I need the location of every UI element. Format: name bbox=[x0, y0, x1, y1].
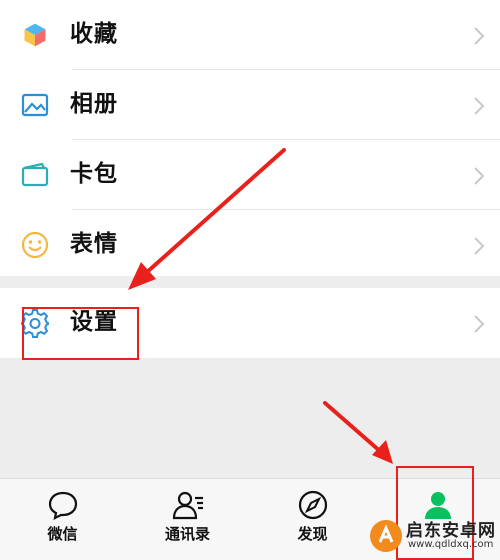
tab-discover[interactable]: 发现 bbox=[250, 479, 375, 560]
menu-item-label: 相册 bbox=[70, 91, 118, 117]
compass-icon bbox=[298, 490, 328, 520]
contacts-icon bbox=[172, 491, 203, 520]
chevron-right-icon bbox=[474, 237, 485, 255]
annotation-arrow-to-me-tab bbox=[323, 401, 393, 464]
watermark-logo-icon bbox=[370, 520, 402, 552]
emoji-smile-icon bbox=[21, 231, 49, 259]
watermark: 启东安卓网 www.qdldxq.com bbox=[362, 514, 500, 558]
tab-contacts[interactable]: 通讯录 bbox=[125, 479, 250, 560]
tab-chats[interactable]: 微信 bbox=[0, 479, 125, 560]
menu-item-label: 收藏 bbox=[70, 21, 118, 47]
annotation-highlight-settings bbox=[22, 307, 139, 360]
menu-item-emoji[interactable]: 表情 bbox=[0, 210, 500, 280]
chevron-right-icon bbox=[474, 97, 485, 115]
menu-item-album[interactable]: 相册 bbox=[0, 70, 500, 140]
menu-item-card-wallet[interactable]: 卡包 bbox=[0, 140, 500, 210]
chevron-right-icon bbox=[474, 315, 485, 333]
tab-label: 发现 bbox=[297, 525, 328, 543]
tab-label: 通讯录 bbox=[164, 525, 210, 543]
card-wallet-icon bbox=[21, 162, 49, 187]
album-picture-icon bbox=[21, 93, 49, 117]
menu-item-label: 表情 bbox=[70, 231, 118, 257]
watermark-url: www.qdldxq.com bbox=[408, 539, 494, 550]
chevron-right-icon bbox=[474, 27, 485, 45]
menu-item-favorites[interactable]: 收藏 bbox=[0, 0, 500, 70]
favorites-cube-icon bbox=[23, 22, 47, 48]
menu-group-main: 收藏 相册 卡包 表情 bbox=[0, 0, 500, 276]
chat-bubble-icon bbox=[48, 491, 78, 520]
chevron-right-icon bbox=[474, 167, 485, 185]
tab-label: 微信 bbox=[47, 525, 78, 543]
menu-item-label: 卡包 bbox=[70, 161, 118, 187]
watermark-title: 启东安卓网 bbox=[406, 521, 496, 541]
